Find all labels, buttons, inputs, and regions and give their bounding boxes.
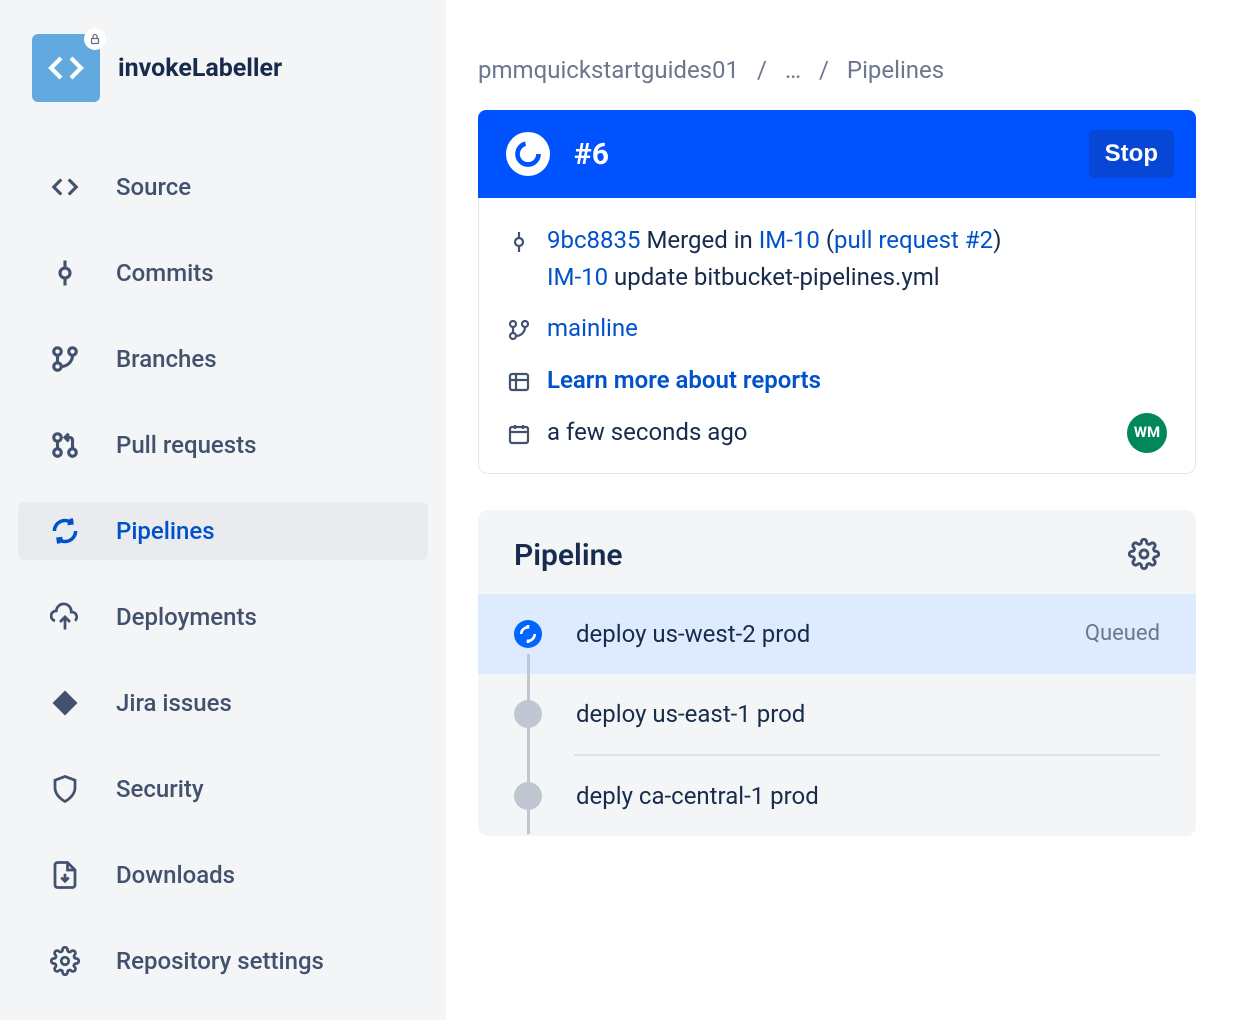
- avatar[interactable]: WM: [1127, 413, 1167, 453]
- deployments-icon: [50, 602, 80, 632]
- repo-name: invokeLabeller: [118, 54, 282, 83]
- pipeline-settings-button[interactable]: [1128, 538, 1160, 574]
- step-status-pending-icon: [514, 782, 542, 810]
- pr-link[interactable]: pull request #2: [834, 226, 993, 254]
- run-status-icon: [506, 132, 550, 176]
- branch-row: mainline: [507, 310, 1167, 347]
- lock-icon: [89, 33, 101, 45]
- pipeline-header: Pipeline: [478, 510, 1196, 594]
- commit-hash-link[interactable]: 9bc8835: [547, 226, 640, 254]
- branch-icon: [507, 318, 531, 342]
- sidebar-item-label: Deployments: [116, 603, 257, 631]
- pipeline-step[interactable]: deply ca-central-1 prod: [478, 756, 1196, 836]
- step-name: deply ca-central-1 prod: [576, 782, 1160, 810]
- repo-icon: [32, 34, 100, 102]
- pipeline-step[interactable]: deploy us-west-2 prod Queued: [478, 594, 1196, 674]
- sidebar-item-jira[interactable]: Jira issues: [18, 674, 428, 732]
- commit-text: ): [993, 226, 1001, 254]
- sidebar: invokeLabeller Source Commits Branches P…: [0, 0, 446, 1020]
- code-icon: [50, 172, 80, 202]
- step-badge: Queued: [1085, 621, 1160, 646]
- sidebar-item-security[interactable]: Security: [18, 760, 428, 818]
- pipeline-card: Pipeline deploy us-west-2 prod Queued de…: [478, 510, 1196, 836]
- breadcrumb-root[interactable]: pmmquickstartguides01: [478, 56, 739, 84]
- branch-icon: [50, 344, 80, 374]
- commit-icon: [50, 258, 80, 288]
- download-icon: [50, 860, 80, 890]
- run-number: #6: [574, 137, 1065, 172]
- commit-text: Merged in: [640, 226, 758, 254]
- step-name: deploy us-east-1 prod: [576, 700, 1160, 728]
- sidebar-item-settings[interactable]: Repository settings: [18, 932, 428, 990]
- sidebar-item-label: Source: [116, 173, 191, 201]
- sidebar-item-label: Security: [116, 775, 204, 803]
- repo-header: invokeLabeller: [18, 34, 428, 102]
- lock-badge: [84, 28, 106, 50]
- run-banner: #6 Stop: [478, 110, 1196, 198]
- breadcrumb: pmmquickstartguides01 / … / Pipelines: [478, 56, 1196, 84]
- breadcrumb-current: Pipelines: [847, 56, 944, 84]
- panel-icon: [507, 370, 531, 394]
- commit-row: 9bc8835 Merged in IM-10 (pull request #2…: [507, 222, 1167, 296]
- step-name: deploy us-west-2 prod: [576, 620, 1051, 648]
- commit-message: update bitbucket-pipelines.yml: [608, 263, 939, 291]
- sidebar-item-branches[interactable]: Branches: [18, 330, 428, 388]
- ticket-link[interactable]: IM-10: [547, 263, 608, 291]
- run-info-card: 9bc8835 Merged in IM-10 (pull request #2…: [478, 198, 1196, 474]
- sidebar-item-label: Pipelines: [116, 517, 215, 545]
- breadcrumb-separator: /: [819, 56, 829, 84]
- gear-icon: [50, 946, 80, 976]
- time-row: a few seconds ago WM: [507, 413, 1167, 453]
- sidebar-item-commits[interactable]: Commits: [18, 244, 428, 302]
- stop-button[interactable]: Stop: [1089, 130, 1174, 178]
- main-content: pmmquickstartguides01 / … / Pipelines #6…: [446, 0, 1258, 1020]
- timestamp: a few seconds ago: [547, 414, 748, 451]
- breadcrumb-separator: /: [757, 56, 767, 84]
- sidebar-item-label: Repository settings: [116, 947, 324, 975]
- breadcrumb-ellipsis[interactable]: …: [785, 56, 801, 84]
- pipeline-step[interactable]: deploy us-east-1 prod: [478, 674, 1196, 754]
- commit-text: (: [820, 226, 834, 254]
- code-icon: [46, 48, 86, 88]
- ticket-link[interactable]: IM-10: [759, 226, 820, 254]
- step-status-pending-icon: [514, 700, 542, 728]
- calendar-icon: [507, 422, 531, 446]
- step-status-running-icon: [514, 620, 542, 648]
- sidebar-item-label: Pull requests: [116, 431, 256, 459]
- sidebar-item-label: Commits: [116, 259, 214, 287]
- shield-icon: [50, 774, 80, 804]
- running-icon: [514, 140, 542, 168]
- sidebar-item-deployments[interactable]: Deployments: [18, 588, 428, 646]
- reports-link[interactable]: Learn more about reports: [547, 366, 821, 394]
- commit-icon: [507, 230, 531, 254]
- branch-link[interactable]: mainline: [547, 314, 638, 342]
- step-list: deploy us-west-2 prod Queued deploy us-e…: [478, 594, 1196, 836]
- sidebar-item-pull-requests[interactable]: Pull requests: [18, 416, 428, 474]
- sidebar-item-pipelines[interactable]: Pipelines: [18, 502, 428, 560]
- sidebar-item-label: Downloads: [116, 861, 235, 889]
- running-icon: [519, 625, 537, 643]
- sidebar-item-label: Jira issues: [116, 689, 232, 717]
- gear-icon: [1128, 538, 1160, 570]
- reports-row: Learn more about reports: [507, 362, 1167, 399]
- pull-request-icon: [50, 430, 80, 460]
- jira-icon: [50, 688, 80, 718]
- sidebar-item-label: Branches: [116, 345, 217, 373]
- pipelines-icon: [50, 516, 80, 546]
- pipeline-title: Pipeline: [514, 538, 623, 573]
- sidebar-item-downloads[interactable]: Downloads: [18, 846, 428, 904]
- sidebar-item-source[interactable]: Source: [18, 158, 428, 216]
